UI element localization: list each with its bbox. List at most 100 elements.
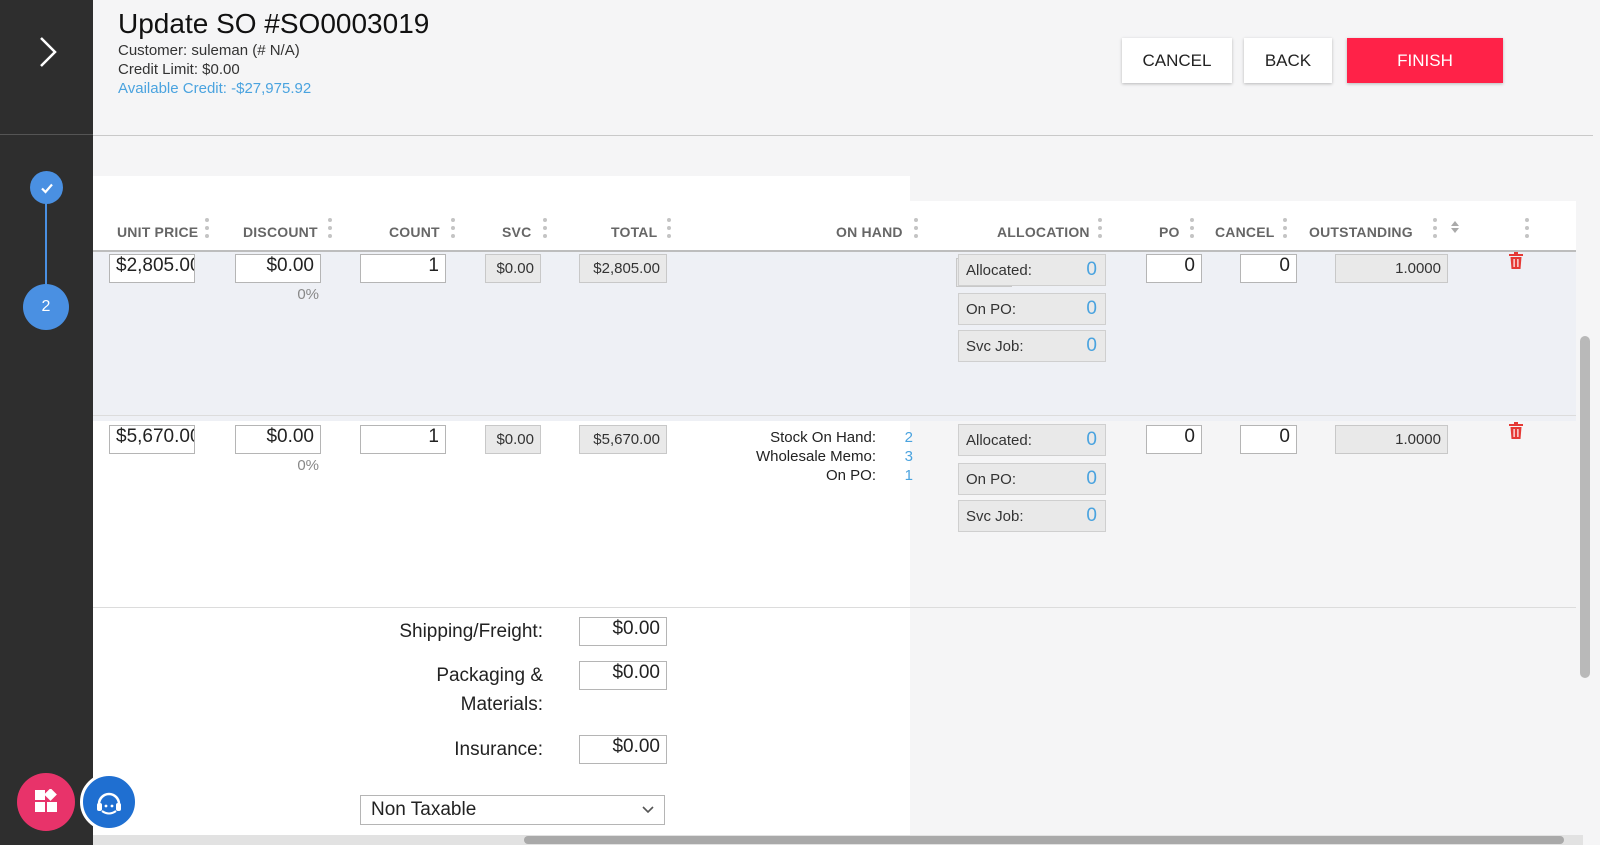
page-header: Update SO #SO0003019 Customer: suleman (… [93, 0, 1593, 136]
svc-job-label: Svc Job: [966, 337, 1024, 355]
column-menu-icon[interactable] [1433, 218, 1437, 242]
available-credit: Available Credit: -$27,975.92 [118, 80, 312, 97]
column-header-on-hand[interactable]: ON HAND [836, 224, 903, 240]
total-value: $2,805.00 [579, 254, 667, 283]
on-po-label: On PO: [966, 470, 1017, 488]
customer-info: Customer: suleman (# N/A) [118, 42, 300, 59]
packaging-label: Packaging & [436, 665, 543, 686]
support-agent-icon [97, 792, 121, 815]
sidebar-divider [0, 134, 93, 135]
column-header-outstanding[interactable]: OUTSTANDING [1309, 224, 1413, 240]
on-po-value: 0 [1086, 298, 1097, 319]
svc-job-value: 0 [1086, 335, 1097, 356]
allocated-label: Allocated: [966, 431, 1032, 449]
stock-on-po-value[interactable]: 1 [898, 467, 913, 484]
stock-on-hand-value[interactable]: 2 [898, 429, 913, 446]
column-header-discount[interactable]: DISCOUNT [243, 224, 318, 240]
allocated-value: 0 [1086, 429, 1097, 450]
sort-icon[interactable] [1450, 220, 1460, 234]
vertical-scroll-thumb[interactable] [1580, 336, 1590, 678]
table-header-divider [93, 250, 1576, 252]
step-2-current[interactable]: 2 [23, 284, 69, 330]
column-menu-icon[interactable] [1190, 218, 1194, 242]
discount-input[interactable]: $0.00 [235, 425, 321, 454]
cancel-button[interactable]: CANCEL [1122, 38, 1232, 83]
total-value: $5,670.00 [579, 425, 667, 454]
svc-job-field[interactable]: Svc Job: 0 [958, 330, 1106, 362]
svc-job-field[interactable]: Svc Job: 0 [958, 500, 1106, 532]
count-input[interactable]: 1 [360, 425, 446, 454]
cancel-input[interactable]: 0 [1240, 425, 1297, 454]
row-divider [93, 607, 1576, 608]
stock-on-po-label: On PO: [825, 467, 876, 484]
back-button[interactable]: BACK [1244, 38, 1332, 83]
horizontal-scroll-thumb[interactable] [524, 836, 1564, 844]
po-input[interactable]: 0 [1146, 425, 1202, 454]
line-items-panel: UNIT PRICE DISCOUNT COUNT SVC TOTAL ON H… [93, 136, 1576, 845]
apps-grid-icon [35, 789, 57, 812]
stepper-line [45, 196, 47, 288]
outstanding-value: 1.0000 [1335, 425, 1448, 454]
column-menu-icon[interactable] [914, 218, 918, 242]
allocated-value: 0 [1086, 259, 1097, 280]
shipping-label: Shipping/Freight: [399, 621, 543, 642]
column-menu-icon[interactable] [1098, 218, 1102, 242]
trash-icon[interactable] [1508, 422, 1524, 440]
chevron-right-icon[interactable] [30, 30, 64, 74]
chevron-down-icon [642, 806, 654, 814]
column-header-unit-price[interactable]: UNIT PRICE [117, 224, 198, 240]
column-menu-icon[interactable] [205, 218, 209, 242]
allocated-field[interactable]: Allocated: 0 [958, 254, 1106, 286]
column-header-count[interactable]: COUNT [389, 224, 440, 240]
svc-job-value: 0 [1086, 505, 1097, 526]
on-po-label: On PO: [966, 300, 1017, 318]
discount-input[interactable]: $0.00 [235, 254, 321, 283]
on-po-field[interactable]: On PO: 0 [958, 293, 1106, 325]
column-header-po[interactable]: PO [1159, 224, 1180, 240]
column-menu-icon[interactable] [667, 218, 671, 242]
discount-percent: 0% [297, 457, 319, 474]
support-button[interactable] [80, 773, 138, 831]
horizontal-scrollbar[interactable] [93, 835, 1583, 845]
on-po-field[interactable]: On PO: 0 [958, 463, 1106, 495]
check-icon [40, 183, 53, 194]
vertical-scrollbar[interactable] [1578, 140, 1592, 840]
page-title: Update SO #SO0003019 [118, 8, 430, 39]
step-1-complete[interactable] [30, 171, 63, 204]
column-menu-icon[interactable] [451, 218, 455, 242]
row-divider [93, 415, 1576, 416]
po-input[interactable]: 0 [1146, 254, 1202, 283]
on-po-value: 0 [1086, 468, 1097, 489]
apps-button[interactable] [17, 773, 75, 831]
column-menu-icon[interactable] [328, 218, 332, 242]
column-header-total[interactable]: TOTAL [611, 224, 657, 240]
column-menu-icon[interactable] [1283, 218, 1287, 242]
column-header-cancel[interactable]: CANCEL [1215, 224, 1275, 240]
svc-value: $0.00 [485, 254, 541, 283]
packaging-input[interactable]: $0.00 [579, 661, 667, 690]
finish-button[interactable]: FINISH [1347, 38, 1503, 83]
allocated-label: Allocated: [966, 261, 1032, 279]
cancel-input[interactable]: 0 [1240, 254, 1297, 283]
insurance-input[interactable]: $0.00 [579, 735, 667, 764]
unit-price-input[interactable]: $5,670.00 [109, 425, 195, 454]
stock-on-hand-label: Stock On Hand: [770, 429, 876, 446]
column-menu-icon[interactable] [543, 218, 547, 242]
credit-limit: Credit Limit: $0.00 [118, 61, 240, 78]
allocated-field[interactable]: Allocated: 0 [958, 424, 1106, 456]
column-menu-icon[interactable] [1525, 218, 1529, 242]
unit-price-input[interactable]: $2,805.00 [109, 254, 195, 283]
packaging-label-2: Materials: [460, 694, 543, 715]
discount-percent: 0% [297, 286, 319, 303]
svc-job-label: Svc Job: [966, 507, 1024, 525]
sidebar: 2 [0, 0, 93, 845]
column-header-svc[interactable]: SVC [502, 224, 531, 240]
column-header-allocation[interactable]: ALLOCATION [997, 224, 1090, 240]
trash-icon[interactable] [1508, 252, 1524, 270]
count-input[interactable]: 1 [360, 254, 446, 283]
wholesale-memo-label: Wholesale Memo: [755, 448, 876, 465]
shipping-input[interactable]: $0.00 [579, 617, 667, 646]
outstanding-value: 1.0000 [1335, 254, 1448, 283]
tax-select[interactable]: Non Taxable [360, 795, 665, 825]
wholesale-memo-value[interactable]: 3 [898, 448, 913, 465]
